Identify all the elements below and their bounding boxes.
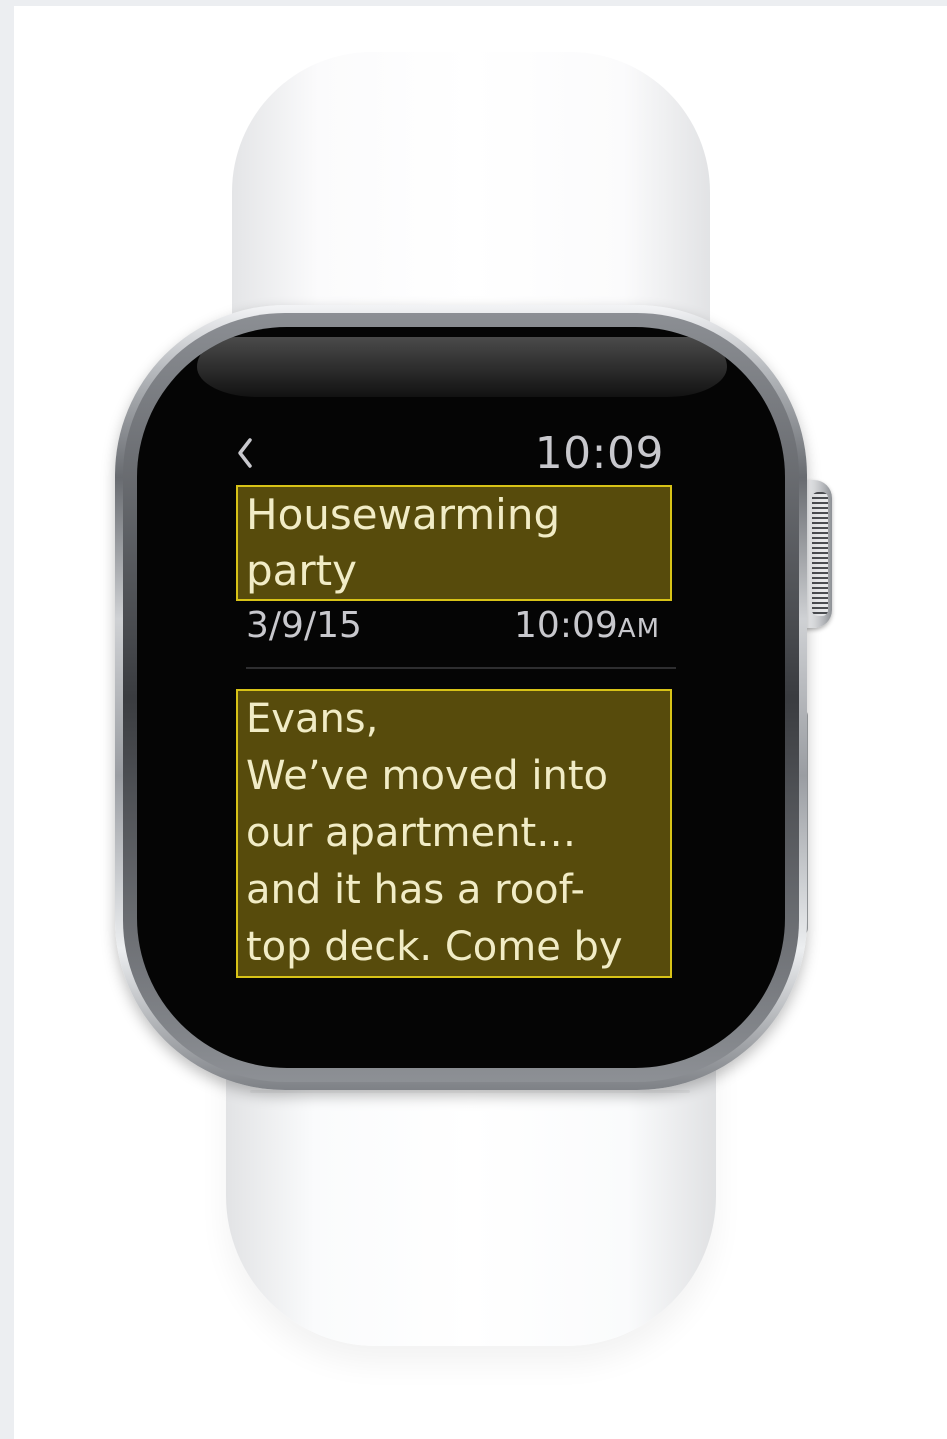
page-frame-left (0, 0, 14, 1439)
watch-band-seam (250, 1090, 690, 1093)
page-frame-top (0, 0, 947, 6)
message-time-suffix: AM (617, 614, 660, 644)
status-time: 10:09 (534, 428, 664, 479)
message-date: 3/9/15 (246, 605, 362, 646)
message-body[interactable]: Evans, We’ve moved into our apartment… a… (236, 689, 672, 978)
glass-reflection (197, 337, 727, 397)
message-body-line: Evans, (246, 696, 379, 742)
message-time: 10:09AM (440, 602, 660, 653)
message-time-value: 10:09 (514, 605, 618, 646)
message-body-line: We’ve moved into (246, 753, 608, 799)
message-body-line: our apartment… (246, 810, 577, 856)
message-title: Housewarming party (236, 485, 672, 601)
divider (246, 667, 676, 669)
message-body-line: and it has a roof- (246, 867, 585, 913)
message-body-line: top deck. Come by (246, 924, 623, 970)
chevron-left-icon[interactable] (236, 436, 254, 470)
digital-crown-ridges (812, 492, 828, 616)
